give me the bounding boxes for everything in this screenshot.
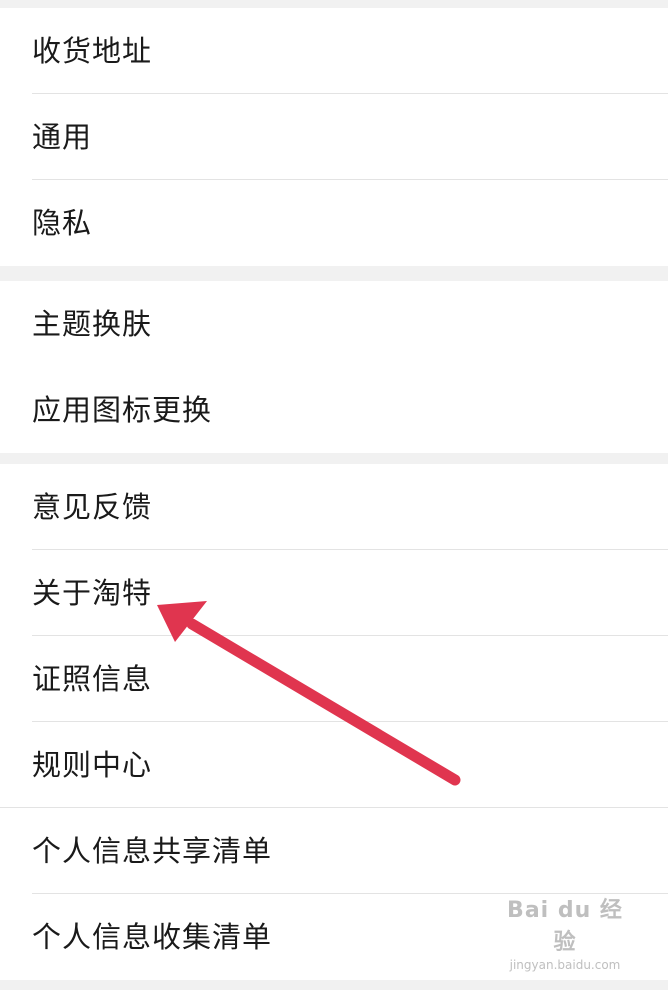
menu-item-rules-center[interactable]: 规则中心 [0, 722, 668, 808]
menu-item-label: 收货地址 [32, 33, 153, 68]
menu-item-label: 隐私 [32, 205, 93, 240]
menu-item-label: 个人信息收集清单 [32, 919, 273, 954]
menu-item-personal-info-sharing-list[interactable]: 个人信息共享清单 [0, 808, 668, 894]
menu-item-shipping-address[interactable]: 收货地址 [0, 8, 668, 94]
menu-item-privacy[interactable]: 隐私 [0, 180, 668, 266]
watermark: Bai du 经验 jingyan.baidu.com [500, 892, 630, 972]
menu-item-label: 应用图标更换 [32, 392, 213, 427]
menu-item-theme-skin[interactable]: 主题换肤 [0, 281, 668, 367]
menu-item-about[interactable]: 关于淘特 [0, 550, 668, 636]
settings-group-1: 收货地址 通用 隐私 [0, 8, 668, 266]
menu-item-label: 主题换肤 [32, 306, 153, 341]
menu-item-general[interactable]: 通用 [0, 94, 668, 180]
menu-item-label: 意见反馈 [32, 489, 153, 524]
watermark-logo-text: Bai du 经验 [507, 898, 623, 955]
watermark-url: jingyan.baidu.com [509, 958, 621, 972]
menu-item-label: 关于淘特 [32, 575, 153, 610]
menu-item-app-icon-change[interactable]: 应用图标更换 [0, 367, 668, 453]
menu-item-feedback[interactable]: 意见反馈 [0, 464, 668, 550]
settings-group-2: 主题换肤 应用图标更换 [0, 281, 668, 453]
menu-item-label: 个人信息共享清单 [32, 833, 273, 868]
menu-item-label: 证照信息 [32, 661, 153, 696]
menu-item-label: 规则中心 [32, 747, 153, 782]
menu-item-label: 通用 [32, 119, 93, 154]
menu-item-license-info[interactable]: 证照信息 [0, 636, 668, 722]
